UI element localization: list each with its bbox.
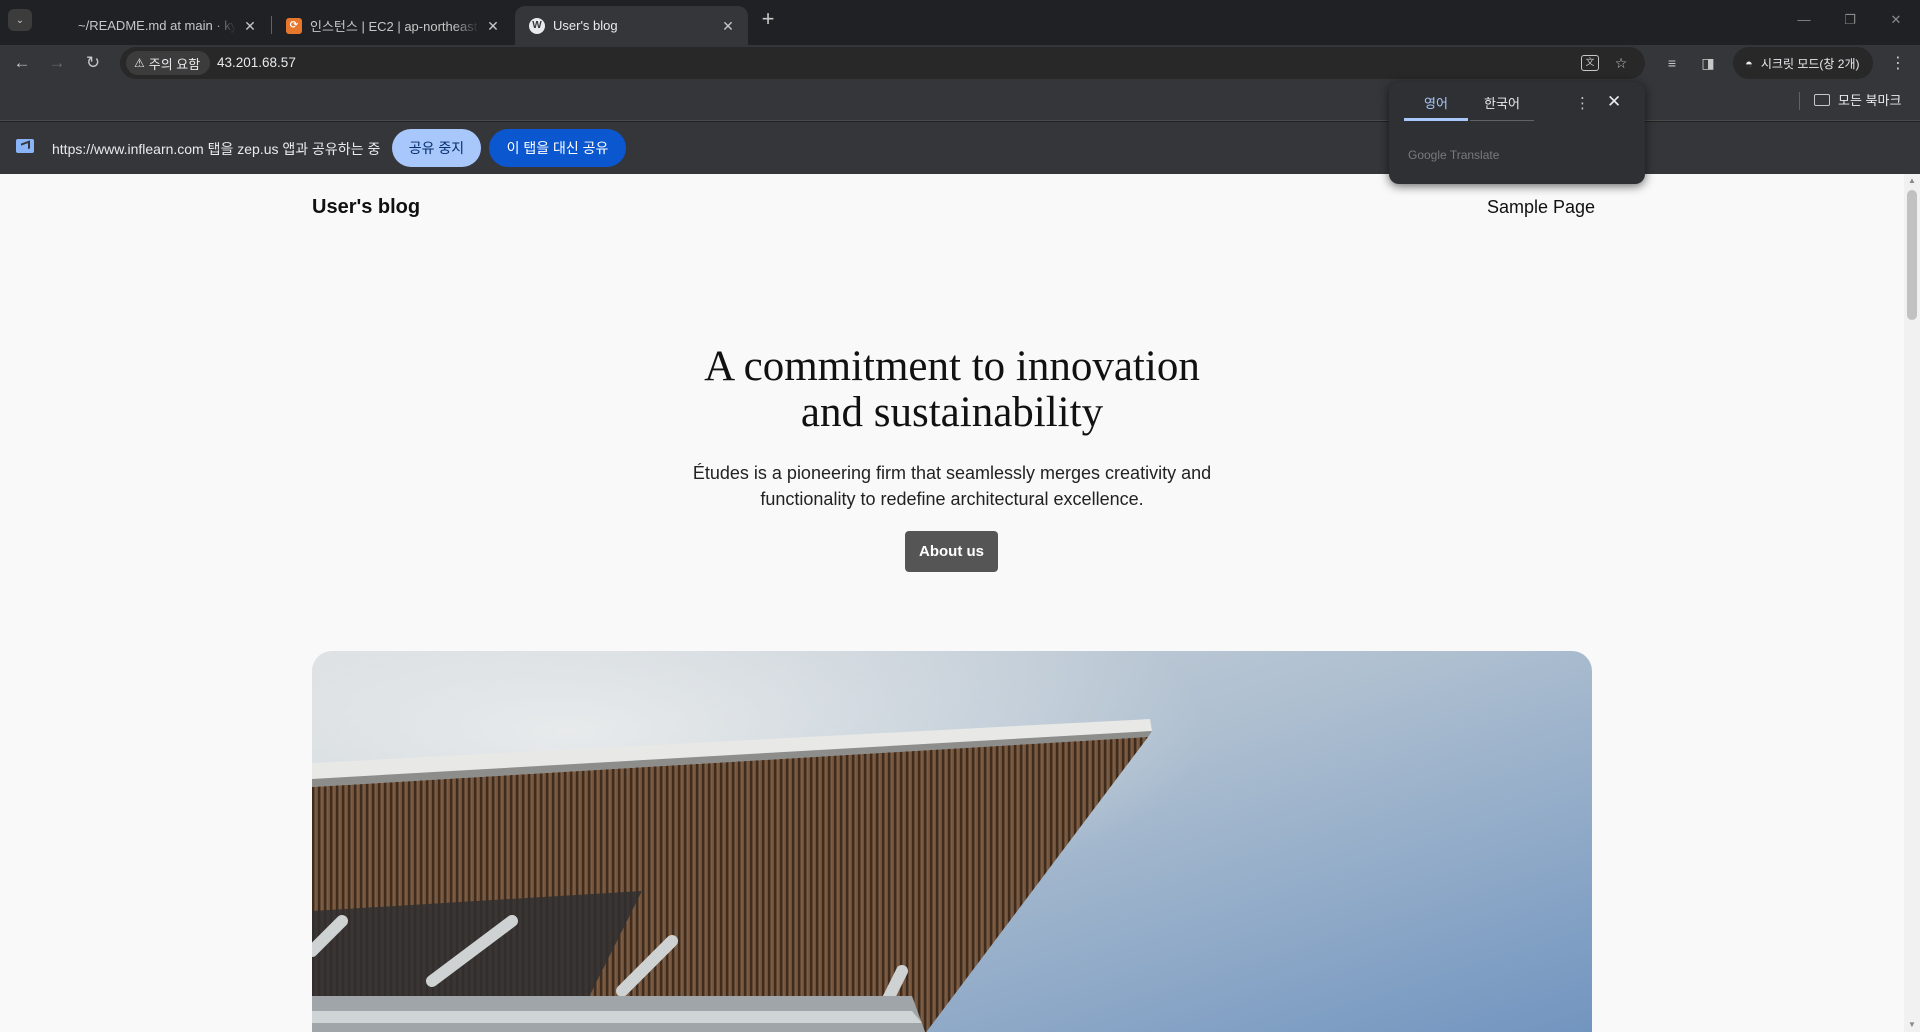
- sharing-message: https://www.inflearn.com 탭을 zep.us 앱과 공유…: [52, 141, 381, 157]
- restore-button[interactable]: ❐: [1827, 8, 1873, 32]
- close-icon[interactable]: ✕: [242, 18, 258, 34]
- folder-icon: [1814, 93, 1830, 106]
- tab-aws-ec2[interactable]: ⟳ 인스턴스 | EC2 | ap-northeast- ✕: [272, 6, 513, 45]
- all-bookmarks-button[interactable]: 모든 북마크: [1814, 90, 1901, 109]
- more-menu-icon[interactable]: ⋮: [1888, 53, 1908, 73]
- screen-share-icon: [16, 139, 34, 153]
- incognito-chip[interactable]: ◓ 시크릿 모드(창 2개): [1733, 47, 1874, 79]
- wordpress-icon: W: [529, 17, 545, 34]
- security-label: 주의 요함: [148, 56, 201, 72]
- github-icon: [54, 17, 70, 34]
- minimize-button[interactable]: —: [1781, 8, 1827, 32]
- hero-paragraph-line: Études is a pioneering firm that seamles…: [692, 463, 1212, 483]
- hero-paragraph: Études is a pioneering firm that seamles…: [652, 460, 1252, 512]
- page-viewport: User's blog Sample Page A commitment to …: [0, 174, 1904, 1032]
- translate-options-icon[interactable]: ⋮: [1575, 94, 1590, 112]
- close-icon[interactable]: ✕: [485, 18, 501, 34]
- new-tab-button[interactable]: +: [756, 8, 780, 32]
- tab-title: 인스턴스 | EC2 | ap-northeast-: [310, 19, 479, 34]
- incognito-icon: ◓: [1745, 55, 1753, 71]
- bookmarks-separator: [1799, 92, 1800, 110]
- all-bookmarks-label: 모든 북마크: [1838, 93, 1902, 108]
- browser-toolbar: ← → ↻ ⚠ 주의 요함 43.201.68.57 文 ☆ ≡ ◨ ◓ 시크릿…: [0, 45, 1920, 81]
- scroll-up-arrow[interactable]: ▲: [1904, 174, 1920, 188]
- target-language-tab[interactable]: 한국어: [1470, 93, 1534, 121]
- tab-github[interactable]: ~/README.md at main · kyoon ✕: [40, 6, 270, 45]
- window-close-button[interactable]: ✕: [1873, 8, 1919, 32]
- incognito-label: 시크릿 모드(창 2개): [1760, 56, 1860, 71]
- translate-popup: 영어 한국어 ⋮ ✕ Google Translate: [1389, 82, 1645, 184]
- page-scrollbar[interactable]: ▲ ▼: [1904, 174, 1920, 1032]
- hero-heading: A commitment to innovation and sustainab…: [552, 344, 1352, 436]
- forward-button[interactable]: →: [44, 50, 70, 76]
- side-panel-icon[interactable]: ◨: [1697, 53, 1719, 73]
- about-us-button[interactable]: About us: [905, 531, 998, 572]
- translate-icon[interactable]: 文: [1581, 55, 1599, 71]
- tab-title: User's blog: [553, 18, 618, 33]
- share-this-tab-button[interactable]: 이 탭을 대신 공유: [489, 129, 626, 167]
- chevron-down-icon: ⌄: [15, 14, 25, 26]
- tab-users-blog[interactable]: W User's blog ✕: [515, 6, 748, 45]
- nav-sample-page[interactable]: Sample Page: [1487, 197, 1595, 218]
- reload-button[interactable]: ↻: [80, 50, 106, 76]
- close-icon[interactable]: ✕: [1607, 92, 1621, 112]
- scroll-thumb[interactable]: [1907, 190, 1917, 320]
- scroll-down-arrow[interactable]: ▼: [1904, 1018, 1920, 1032]
- media-queue-icon[interactable]: ≡: [1661, 53, 1683, 73]
- security-warning-chip[interactable]: ⚠ 주의 요함: [126, 51, 211, 75]
- back-button[interactable]: ←: [9, 50, 35, 76]
- aws-icon: ⟳: [286, 17, 302, 34]
- source-language-tab[interactable]: 영어: [1404, 93, 1468, 121]
- hero-heading-line: and sustainability: [800, 389, 1104, 436]
- google-translate-brand: Google Translate: [1408, 148, 1500, 162]
- tab-search-button[interactable]: ⌄: [8, 9, 32, 31]
- architecture-image: [312, 651, 1592, 1032]
- address-bar[interactable]: ⚠ 주의 요함 43.201.68.57 文 ☆: [120, 47, 1645, 79]
- hero-paragraph-line: functionality to redefine architectural …: [760, 489, 1144, 509]
- tab-title: ~/README.md at main · kyoon: [78, 18, 236, 33]
- site-title[interactable]: User's blog: [312, 196, 420, 219]
- hero-heading-line: A commitment to innovation: [704, 343, 1200, 390]
- warning-icon: ⚠: [134, 56, 145, 70]
- close-icon[interactable]: ✕: [720, 18, 736, 34]
- stop-sharing-button[interactable]: 공유 중지: [392, 129, 481, 167]
- bookmark-star-icon[interactable]: ☆: [1610, 53, 1632, 73]
- url-text[interactable]: 43.201.68.57: [217, 55, 296, 70]
- tab-strip: ⌄ ~/README.md at main · kyoon ✕ ⟳ 인스턴스 |…: [0, 0, 1920, 45]
